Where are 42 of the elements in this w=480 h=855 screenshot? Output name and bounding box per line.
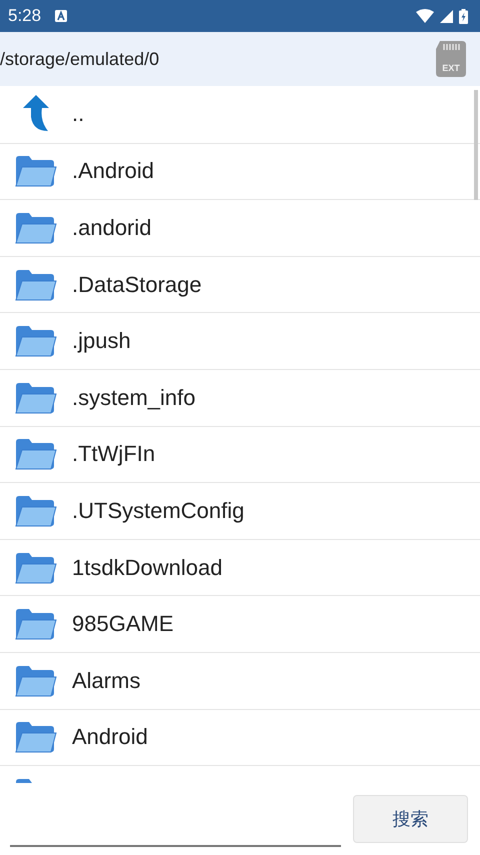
file-row[interactable]: .UTSystemConfig — [0, 482, 480, 539]
search-button[interactable]: 搜索 — [352, 795, 468, 843]
up-arrow-icon — [21, 95, 51, 134]
file-row[interactable]: 1tsdkDownload — [0, 538, 480, 596]
notification-icon — [55, 10, 68, 22]
current-path: /storage/emulated/0 — [0, 48, 160, 70]
folder-icon — [15, 608, 57, 640]
file-name: .Android — [72, 158, 154, 184]
folder-icon — [15, 268, 57, 301]
file-name: 1tsdkDownload — [72, 554, 222, 581]
file-row[interactable]: .jpush — [0, 312, 480, 369]
folder-icon — [15, 721, 57, 754]
folder-icon — [15, 438, 57, 470]
file-name: .. — [72, 101, 84, 128]
folder-icon — [15, 325, 57, 358]
file-name: .DataStorage — [72, 272, 202, 298]
file-row[interactable]: 985GAME — [0, 595, 480, 652]
file-name: .andorid — [72, 214, 152, 241]
folder-icon — [15, 664, 57, 697]
battery-icon — [459, 8, 468, 24]
file-row[interactable]: .system_info — [0, 368, 480, 426]
wifi-icon — [416, 9, 434, 23]
file-name: .UTSystemConfig — [72, 498, 244, 524]
file-name: 985GAME — [72, 611, 174, 638]
file-name: .jpush — [72, 328, 131, 354]
clock: 5:28 — [8, 6, 42, 26]
folder-icon — [15, 212, 57, 244]
folder-icon — [15, 382, 57, 414]
file-row[interactable]: Alarms — [0, 652, 480, 709]
file-row[interactable]: .. — [0, 86, 480, 143]
file-row[interactable]: .andorid — [0, 199, 480, 256]
folder-icon — [15, 155, 57, 188]
file-name: .TtWjFIn — [72, 441, 156, 468]
file-name: .system_info — [72, 384, 196, 411]
folder-icon — [15, 552, 57, 584]
file-row[interactable]: .TtWjFIn — [0, 426, 480, 482]
signal-icon — [440, 10, 453, 22]
file-name: Alarms — [72, 668, 140, 694]
file-name: Android — [72, 724, 148, 750]
folder-icon — [15, 494, 57, 527]
file-row[interactable]: Android — [0, 708, 480, 766]
file-row[interactable]: .DataStorage — [0, 256, 480, 312]
